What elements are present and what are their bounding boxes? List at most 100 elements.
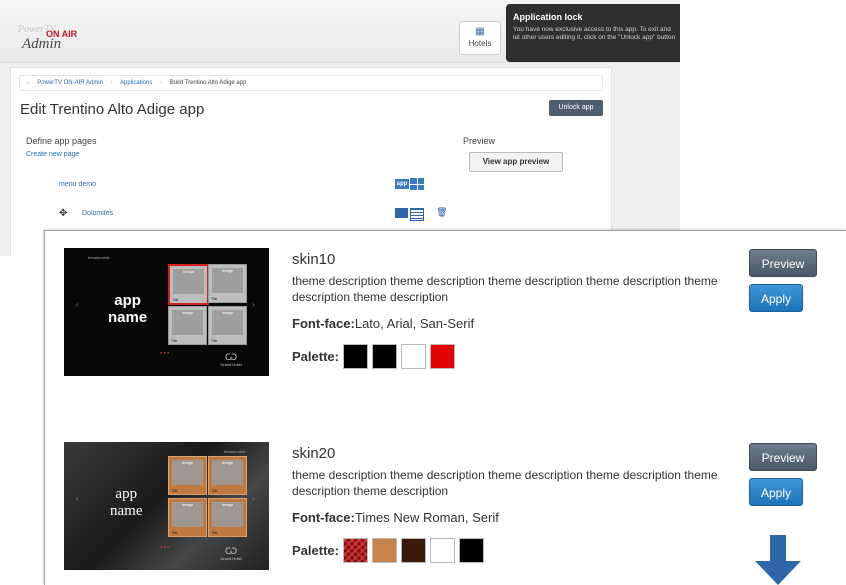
home-icon[interactable]: ⌂ xyxy=(26,80,30,86)
thumb-app-name: app name xyxy=(108,292,147,326)
logo-text-admin: Admin xyxy=(22,36,62,52)
top-bar: PowerTV ON AIR Admin ▦ Hotels Applicatio… xyxy=(0,0,680,63)
skin-thumbnail: breadcrumb ‹ › app name Image Title Image… xyxy=(64,248,269,376)
trash-icon[interactable]: 🗑 xyxy=(436,207,447,218)
palette-label: Palette: xyxy=(292,543,339,558)
tile-title: Title xyxy=(211,531,218,535)
tile-title: Title xyxy=(171,339,178,343)
tile-image: Image xyxy=(172,502,203,527)
breadcrumb-separator: › xyxy=(160,80,163,86)
skin-description: theme description theme description them… xyxy=(292,468,718,498)
apply-button[interactable]: Apply xyxy=(749,478,803,506)
palette-swatch xyxy=(371,538,397,563)
tile-image: Image xyxy=(212,460,243,485)
page-link-dolomites[interactable]: Dolomites xyxy=(82,210,113,217)
edit-panel: ⌂ PowerTV ON-AIR Admin › Applications › … xyxy=(10,67,612,256)
thumb-tile: Image Title xyxy=(208,306,247,345)
app-badge[interactable]: app xyxy=(395,179,409,189)
font-face-value: Lato, Arial, San-Serif xyxy=(354,316,475,331)
thumb-tile: Image Title xyxy=(168,498,207,537)
skins-dialog: breadcrumb ‹ › app name Image Title Image… xyxy=(44,230,846,585)
tile-image: Image xyxy=(172,310,203,335)
breadcrumb-admin[interactable]: PowerTV ON-AIR Admin xyxy=(37,80,103,86)
preview-page-icon[interactable] xyxy=(395,208,408,218)
skin-item: breadcrumb ‹ › app name Image Title Image… xyxy=(45,231,846,381)
breadcrumb: ⌂ PowerTV ON-AIR Admin › Applications › … xyxy=(19,75,603,91)
skin-name: skin10 xyxy=(292,251,336,268)
apply-button[interactable]: Apply xyxy=(749,284,803,312)
thumb-app-name: app name xyxy=(110,486,142,520)
tooltip-title: Application lock xyxy=(513,12,583,22)
skin-name: skin20 xyxy=(292,445,336,462)
thumb-hotel-logo: Ѡ Grand Hotel xyxy=(220,352,242,367)
tile-image: Image xyxy=(212,310,243,335)
tile-image: Image xyxy=(212,502,243,527)
breadcrumb-current: Build Trentino Alto Adige app xyxy=(169,80,247,86)
thumb-app-name-line: name xyxy=(110,503,143,519)
thumb-breadcrumb: breadcrumb xyxy=(88,255,110,260)
unlock-app-button[interactable]: Unlock app xyxy=(549,100,603,116)
page-link-menu-demo[interactable]: menu demo xyxy=(59,181,96,188)
palette-swatch xyxy=(371,344,397,369)
breadcrumb-applications[interactable]: Applications xyxy=(120,80,152,86)
tile-title: Title xyxy=(211,489,218,493)
font-face-label: Font-face: xyxy=(292,510,355,525)
skin-palette: Palette: xyxy=(292,538,484,563)
thumb-app-name-line: name xyxy=(108,309,148,326)
define-pages-label: Define app pages xyxy=(26,136,97,146)
tile-title: Title xyxy=(171,489,178,493)
palette-swatch xyxy=(429,344,455,369)
thumb-tile: Image Title xyxy=(208,264,247,303)
hotels-label: Hotels xyxy=(468,39,492,48)
thumb-arrow-left-icon: ‹ xyxy=(76,494,79,503)
page-title: Edit Trentino Alto Adige app xyxy=(20,101,205,118)
tile-title: Title xyxy=(211,297,218,301)
palette-swatch xyxy=(458,538,484,563)
preview-button[interactable]: Preview xyxy=(749,249,817,277)
arrow-down-icon[interactable] xyxy=(753,535,803,585)
preview-button[interactable]: Preview xyxy=(749,443,817,471)
tooltip-text: You have now exclusive access to this ap… xyxy=(513,26,676,41)
view-app-preview-button[interactable]: View app preview xyxy=(469,152,563,172)
skin-font-face: Font-face:Times New Roman, Serif xyxy=(292,510,499,525)
application-lock-tooltip: Application lock You have now exclusive … xyxy=(506,4,680,62)
palette-label: Palette: xyxy=(292,349,339,364)
thumb-tile: Image Title xyxy=(208,498,247,537)
thumb-tile: Image Title xyxy=(208,456,247,495)
hotels-icon: ▦ xyxy=(475,26,485,37)
tile-image: Image xyxy=(212,268,243,293)
thumb-pager: ● ● ● xyxy=(160,544,170,549)
thumb-arrow-right-icon: › xyxy=(252,494,255,503)
admin-window: PowerTV ON AIR Admin ▦ Hotels Applicatio… xyxy=(0,0,680,256)
preview-label: Preview xyxy=(463,136,496,146)
thumb-app-name-line: app xyxy=(114,292,141,309)
skin-description: theme description theme description them… xyxy=(292,274,718,304)
thumb-tile: Image Title xyxy=(168,456,207,495)
thumb-app-name-line: app xyxy=(115,486,138,502)
breadcrumb-separator: › xyxy=(110,80,113,86)
skin-item: breadcrumb ‹ › app name Image Title Image… xyxy=(45,426,846,576)
create-page-link[interactable]: Create new page xyxy=(26,151,79,158)
thumb-tile: Image Title xyxy=(168,264,209,305)
font-face-value: Times New Roman, Serif xyxy=(354,510,499,525)
thumb-hotel-logo: Ѡ Grand Hotel xyxy=(220,546,242,561)
thumb-arrow-right-icon: › xyxy=(252,300,255,309)
thumb-arrow-left-icon: ‹ xyxy=(76,300,79,309)
thumb-breadcrumb: breadcrumb xyxy=(224,449,246,454)
font-face-label: Font-face: xyxy=(292,316,355,331)
list-icon[interactable] xyxy=(410,208,424,221)
tile-image: Image xyxy=(172,460,203,485)
logo: PowerTV ON AIR Admin xyxy=(18,24,78,54)
tile-title: Title xyxy=(172,298,179,302)
thumb-pager: ● ● ● xyxy=(160,350,170,355)
skin-thumbnail: breadcrumb ‹ › app name Image Title Image… xyxy=(64,442,269,570)
palette-swatch xyxy=(342,538,368,563)
skin-font-face: Font-face:Lato, Arial, San-Serif xyxy=(292,316,474,331)
move-icon[interactable]: ✥ xyxy=(59,208,67,219)
tile-title: Title xyxy=(171,531,178,535)
grid-icon[interactable] xyxy=(410,178,424,190)
hotels-button[interactable]: ▦ Hotels xyxy=(459,21,501,55)
thumb-tile: Image Title xyxy=(168,306,207,345)
palette-swatch xyxy=(400,538,426,563)
palette-swatch xyxy=(400,344,426,369)
